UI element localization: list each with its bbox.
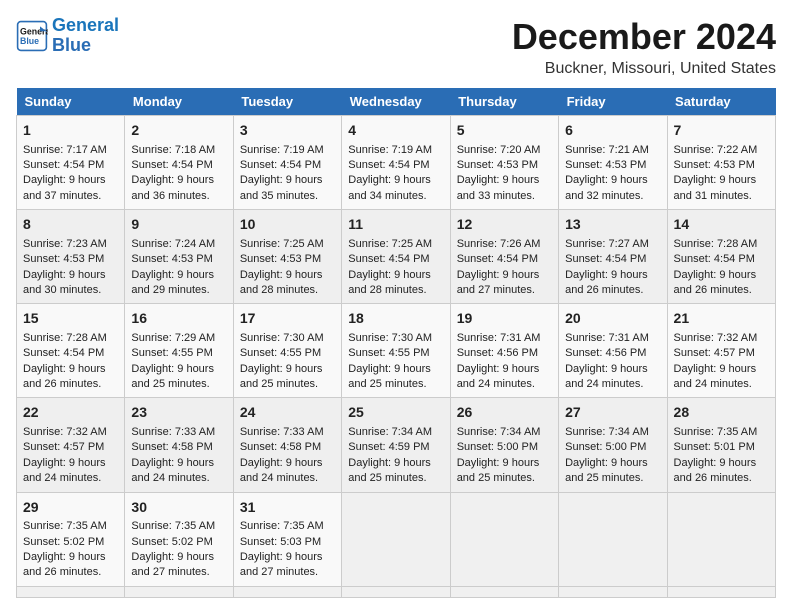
- table-row: 9Sunrise: 7:24 AMSunset: 4:53 PMDaylight…: [125, 210, 233, 304]
- table-row: 16Sunrise: 7:29 AMSunset: 4:55 PMDayligh…: [125, 304, 233, 398]
- calendar-week-row: 1Sunrise: 7:17 AMSunset: 4:54 PMDaylight…: [17, 116, 776, 210]
- table-row: [342, 492, 450, 586]
- col-wednesday: Wednesday: [342, 88, 450, 116]
- header: General Blue General Blue December 2024 …: [16, 16, 776, 78]
- table-row: 25Sunrise: 7:34 AMSunset: 4:59 PMDayligh…: [342, 398, 450, 492]
- svg-text:General: General: [20, 26, 48, 36]
- table-row: 21Sunrise: 7:32 AMSunset: 4:57 PMDayligh…: [667, 304, 775, 398]
- table-row: 14Sunrise: 7:28 AMSunset: 4:54 PMDayligh…: [667, 210, 775, 304]
- table-row: 20Sunrise: 7:31 AMSunset: 4:56 PMDayligh…: [559, 304, 667, 398]
- table-row: [17, 586, 125, 597]
- table-row: 10Sunrise: 7:25 AMSunset: 4:53 PMDayligh…: [233, 210, 341, 304]
- table-row: 6Sunrise: 7:21 AMSunset: 4:53 PMDaylight…: [559, 116, 667, 210]
- calendar-week-row: 22Sunrise: 7:32 AMSunset: 4:57 PMDayligh…: [17, 398, 776, 492]
- calendar-week-row: [17, 586, 776, 597]
- table-row: [450, 492, 558, 586]
- table-row: 2Sunrise: 7:18 AMSunset: 4:54 PMDaylight…: [125, 116, 233, 210]
- col-friday: Friday: [559, 88, 667, 116]
- table-row: [667, 586, 775, 597]
- col-sunday: Sunday: [17, 88, 125, 116]
- table-row: 15Sunrise: 7:28 AMSunset: 4:54 PMDayligh…: [17, 304, 125, 398]
- logo: General Blue General Blue: [16, 16, 119, 56]
- logo-line1: General: [52, 15, 119, 35]
- table-row: [559, 586, 667, 597]
- table-row: 1Sunrise: 7:17 AMSunset: 4:54 PMDaylight…: [17, 116, 125, 210]
- calendar-week-row: 15Sunrise: 7:28 AMSunset: 4:54 PMDayligh…: [17, 304, 776, 398]
- logo-icon: General Blue: [16, 20, 48, 52]
- table-row: [667, 492, 775, 586]
- table-row: 5Sunrise: 7:20 AMSunset: 4:53 PMDaylight…: [450, 116, 558, 210]
- table-row: 22Sunrise: 7:32 AMSunset: 4:57 PMDayligh…: [17, 398, 125, 492]
- table-row: 11Sunrise: 7:25 AMSunset: 4:54 PMDayligh…: [342, 210, 450, 304]
- table-row: 3Sunrise: 7:19 AMSunset: 4:54 PMDaylight…: [233, 116, 341, 210]
- table-row: 27Sunrise: 7:34 AMSunset: 5:00 PMDayligh…: [559, 398, 667, 492]
- table-row: 29Sunrise: 7:35 AMSunset: 5:02 PMDayligh…: [17, 492, 125, 586]
- calendar-table: Sunday Monday Tuesday Wednesday Thursday…: [16, 88, 776, 598]
- table-row: 17Sunrise: 7:30 AMSunset: 4:55 PMDayligh…: [233, 304, 341, 398]
- logo-line2: Blue: [52, 35, 91, 55]
- table-row: 7Sunrise: 7:22 AMSunset: 4:53 PMDaylight…: [667, 116, 775, 210]
- table-row: [559, 492, 667, 586]
- table-row: 18Sunrise: 7:30 AMSunset: 4:55 PMDayligh…: [342, 304, 450, 398]
- table-row: 31Sunrise: 7:35 AMSunset: 5:03 PMDayligh…: [233, 492, 341, 586]
- calendar-subtitle: Buckner, Missouri, United States: [512, 60, 776, 78]
- table-row: [450, 586, 558, 597]
- calendar-week-row: 29Sunrise: 7:35 AMSunset: 5:02 PMDayligh…: [17, 492, 776, 586]
- col-monday: Monday: [125, 88, 233, 116]
- table-row: 30Sunrise: 7:35 AMSunset: 5:02 PMDayligh…: [125, 492, 233, 586]
- table-row: 13Sunrise: 7:27 AMSunset: 4:54 PMDayligh…: [559, 210, 667, 304]
- col-tuesday: Tuesday: [233, 88, 341, 116]
- calendar-title: December 2024: [512, 16, 776, 58]
- title-area: December 2024 Buckner, Missouri, United …: [512, 16, 776, 78]
- table-row: 19Sunrise: 7:31 AMSunset: 4:56 PMDayligh…: [450, 304, 558, 398]
- table-row: 26Sunrise: 7:34 AMSunset: 5:00 PMDayligh…: [450, 398, 558, 492]
- svg-text:Blue: Blue: [20, 36, 39, 46]
- table-row: 8Sunrise: 7:23 AMSunset: 4:53 PMDaylight…: [17, 210, 125, 304]
- col-thursday: Thursday: [450, 88, 558, 116]
- table-row: [342, 586, 450, 597]
- header-row: Sunday Monday Tuesday Wednesday Thursday…: [17, 88, 776, 116]
- table-row: 12Sunrise: 7:26 AMSunset: 4:54 PMDayligh…: [450, 210, 558, 304]
- col-saturday: Saturday: [667, 88, 775, 116]
- table-row: 28Sunrise: 7:35 AMSunset: 5:01 PMDayligh…: [667, 398, 775, 492]
- table-row: 23Sunrise: 7:33 AMSunset: 4:58 PMDayligh…: [125, 398, 233, 492]
- table-row: [125, 586, 233, 597]
- table-row: 4Sunrise: 7:19 AMSunset: 4:54 PMDaylight…: [342, 116, 450, 210]
- calendar-week-row: 8Sunrise: 7:23 AMSunset: 4:53 PMDaylight…: [17, 210, 776, 304]
- table-row: [233, 586, 341, 597]
- table-row: 24Sunrise: 7:33 AMSunset: 4:58 PMDayligh…: [233, 398, 341, 492]
